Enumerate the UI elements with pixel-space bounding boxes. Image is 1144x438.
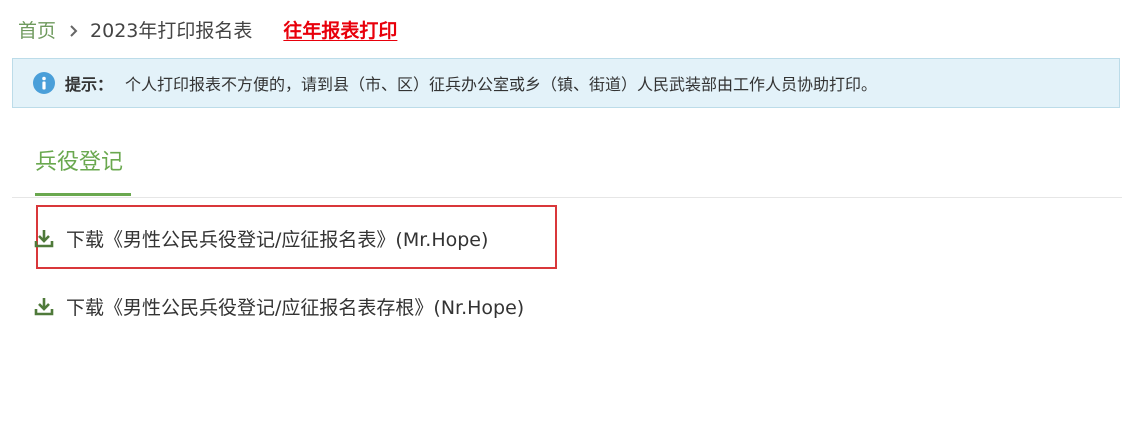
- info-icon: [33, 72, 55, 94]
- chevron-right-icon: [62, 24, 86, 38]
- breadcrumb-home-link[interactable]: 首页: [18, 16, 56, 46]
- download-registration-form-link[interactable]: 下载《男性公民兵役登记/应征报名表》(Mr.Hope): [34, 222, 488, 254]
- breadcrumb-current: 2023年打印报名表: [90, 20, 253, 42]
- breadcrumb: 首页 2023年打印报名表 往年报表打印: [18, 16, 397, 46]
- download-registration-stub-link[interactable]: 下载《男性公民兵役登记/应征报名表存根》(Nr.Hope): [34, 290, 524, 322]
- notice-text: 个人打印报表不方便的，请到县（市、区）征兵办公室或乡（镇、街道）人民武装部由工作…: [125, 75, 878, 94]
- page: 首页 2023年打印报名表 往年报表打印 提示： 个人打印报表不方便的，请到县（…: [0, 0, 1144, 438]
- download-link-label: 下载《男性公民兵役登记/应征报名表》(Mr.Hope): [66, 228, 489, 251]
- download-icon: [34, 296, 54, 316]
- tab-military-registration[interactable]: 兵役登记: [35, 140, 123, 195]
- tab-active-indicator: [35, 193, 131, 196]
- tab-bar: 兵役登记: [12, 140, 1122, 198]
- notice-label: 提示：: [65, 75, 114, 94]
- history-print-link[interactable]: 往年报表打印: [283, 16, 397, 46]
- notice-box: 提示： 个人打印报表不方便的，请到县（市、区）征兵办公室或乡（镇、街道）人民武装…: [12, 58, 1120, 108]
- download-link-label: 下载《男性公民兵役登记/应征报名表存根》(Nr.Hope): [66, 296, 525, 319]
- download-icon: [34, 228, 54, 248]
